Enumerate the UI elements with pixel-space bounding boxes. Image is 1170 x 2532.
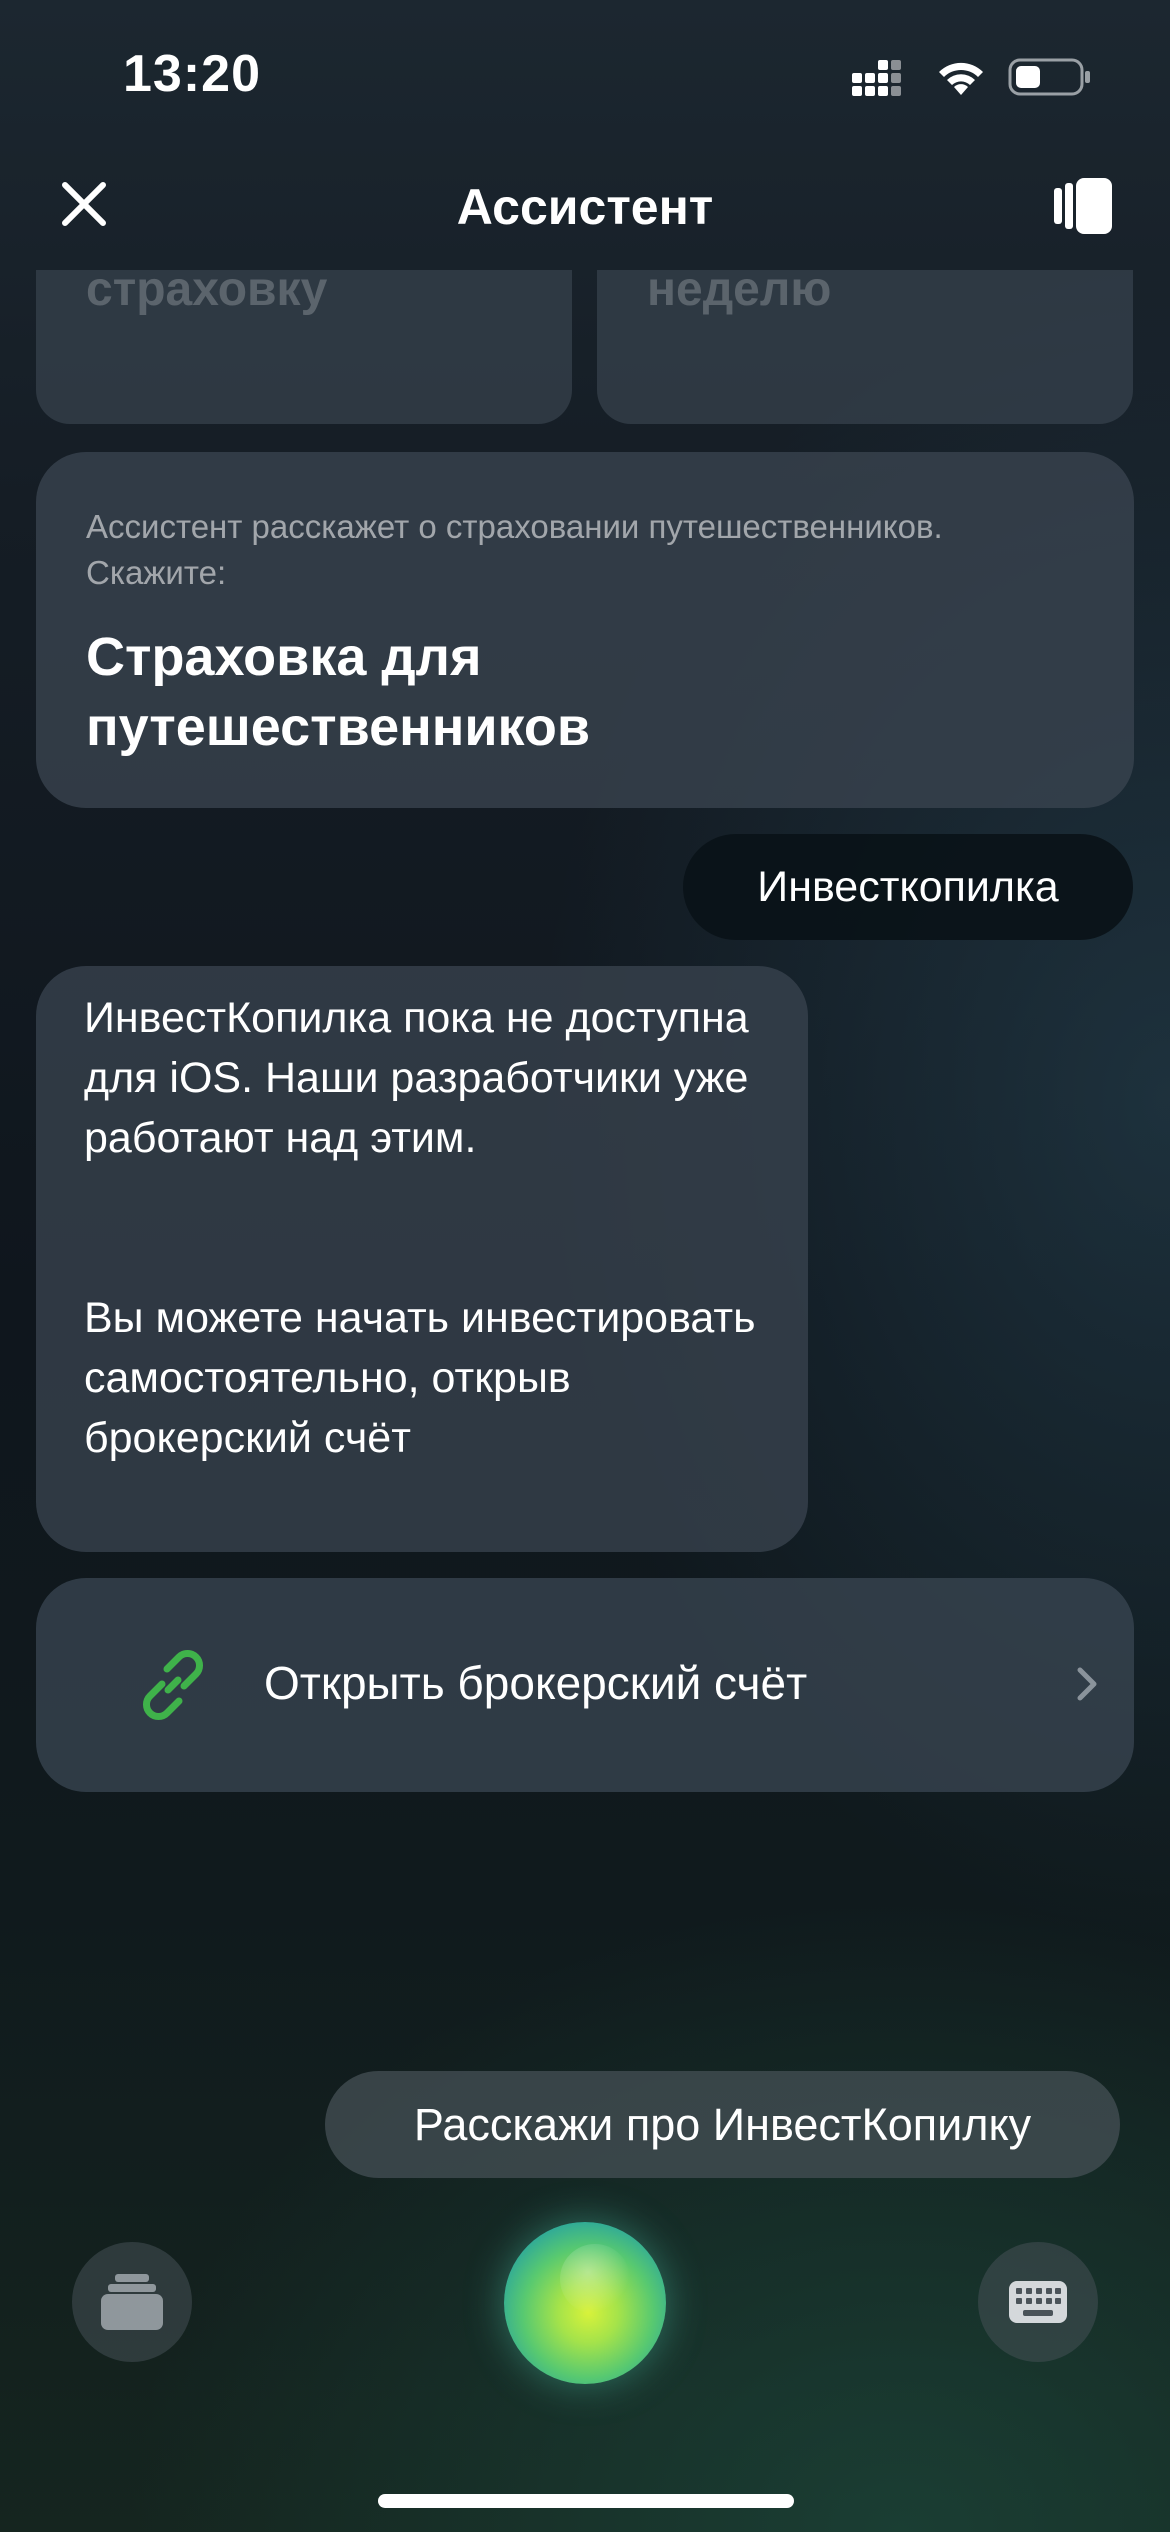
assistant-message-paragraph: Вы можете начать инвестировать самостоят…	[84, 1294, 756, 1462]
page-title: Ассистент	[456, 179, 714, 235]
assistant-voice-button[interactable]	[504, 2222, 666, 2384]
history-button[interactable]	[72, 2242, 192, 2362]
home-indicator	[378, 2494, 794, 2508]
action-label: Открыть брокерский счёт	[264, 1657, 808, 1709]
quick-suggestion-text: Расскажи про ИнвестКопилку	[413, 2098, 1032, 2150]
keyboard-button[interactable]	[978, 2242, 1098, 2362]
wifi-icon	[939, 62, 983, 95]
quick-suggestion-chip[interactable]: Расскажи про ИнвестКопилку	[325, 2071, 1120, 2178]
signal-icon	[852, 60, 901, 96]
history-icon	[101, 2274, 163, 2330]
chevron-right-icon	[1077, 1667, 1097, 1701]
suggestion-title: Страховка для путешественников	[86, 627, 591, 757]
battery-icon	[1008, 58, 1090, 96]
suggestion-card-partial[interactable]: страховку	[36, 270, 572, 424]
suggestion-card-text: страховку	[86, 270, 328, 316]
open-brokerage-account-button[interactable]: Открыть брокерский счёт	[36, 1578, 1134, 1792]
link-icon	[143, 1650, 203, 1720]
user-message: Инвесткопилка	[683, 834, 1133, 940]
keyboard-icon	[1009, 2281, 1067, 2323]
status-time: 13:20	[123, 45, 261, 103]
suggestion-card[interactable]: Ассистент расскажет о страховании путеше…	[36, 452, 1134, 808]
cards-icon[interactable]	[1054, 178, 1114, 234]
assistant-message-paragraph: ИнвестКопилка пока не доступна для iOS. …	[84, 994, 749, 1162]
suggestion-card-text: неделю	[647, 270, 832, 316]
user-message-text: Инвесткопилка	[757, 862, 1059, 911]
suggestion-card-partial[interactable]: неделю	[597, 270, 1133, 424]
assistant-message: ИнвестКопилка пока не доступна для iOS. …	[36, 966, 808, 1552]
suggestion-hint: Ассистент расскажет о страховании путеше…	[86, 508, 943, 591]
